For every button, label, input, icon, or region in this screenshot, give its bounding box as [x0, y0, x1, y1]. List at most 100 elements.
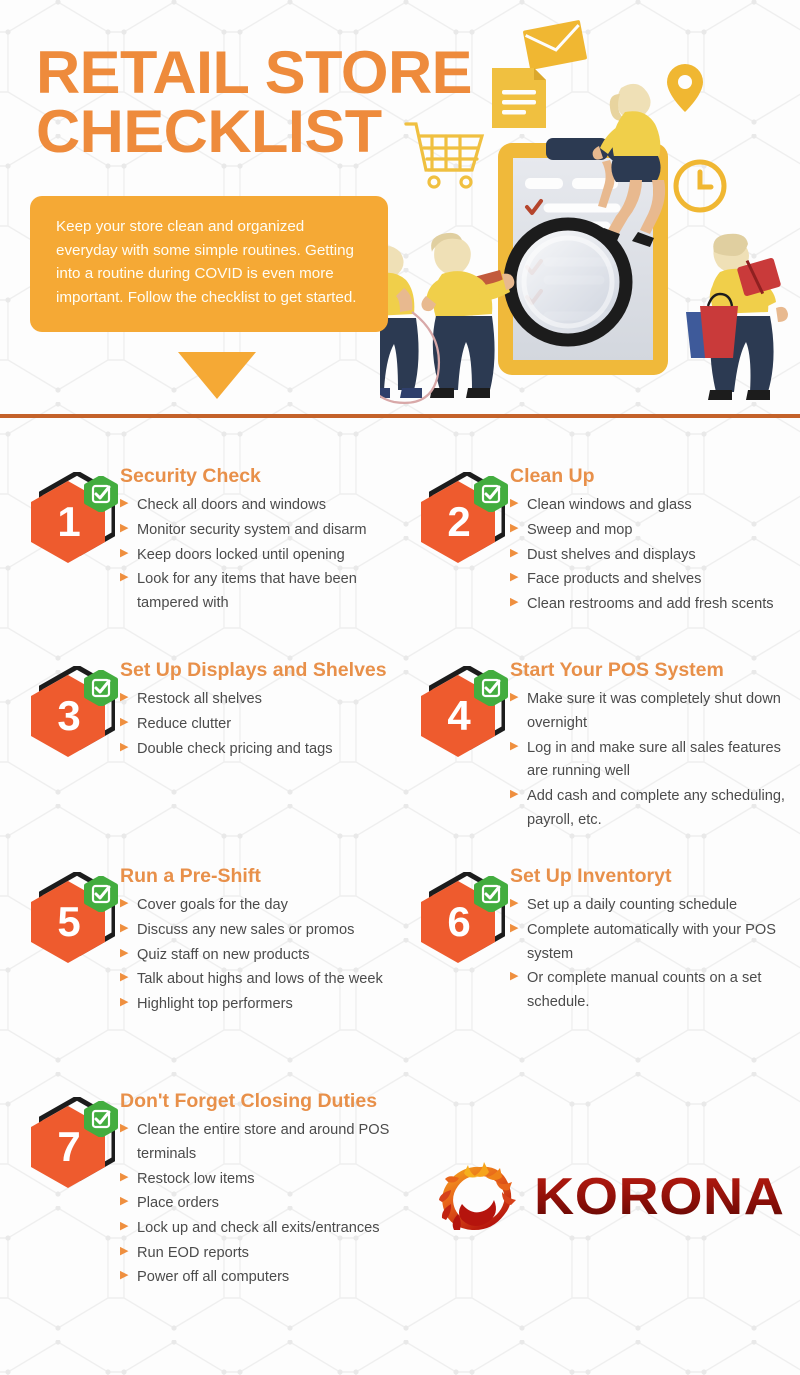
checklist-bullet: ▶ Clean windows and glass [510, 494, 790, 518]
bullet-arrow-icon: ▶ [120, 897, 129, 910]
korona-logo[interactable]: KORONA [438, 1160, 784, 1234]
bullet-arrow-icon: ▶ [120, 522, 129, 535]
bullet-arrow-icon: ▶ [510, 546, 519, 559]
checklist-bullet: ▶ Reduce clutter [120, 713, 410, 737]
bullet-arrow-icon: ▶ [120, 1269, 129, 1282]
speech-bubble-tail [178, 352, 256, 399]
checklist-item-title: Start Your POS System [510, 659, 724, 681]
bullet-arrow-icon: ▶ [120, 691, 129, 704]
step-badge: 2 [418, 472, 510, 568]
bullet-text: Dust shelves and displays [527, 546, 696, 563]
bullet-arrow-icon: ▶ [120, 922, 129, 935]
checklist-item-body: Start Your POS System ▶ Make sure it was c… [510, 652, 790, 833]
checkmark-badge-icon [474, 876, 508, 912]
bullet-arrow-icon: ▶ [120, 946, 129, 959]
header-divider [0, 414, 800, 418]
bullet-arrow-icon: ▶ [120, 996, 129, 1008]
bullet-arrow-icon: ▶ [120, 497, 129, 510]
title-line-2: CHECKLIST [36, 97, 382, 165]
bullet-text: Set up a daily counting schedule [527, 897, 738, 914]
checklist-bullets: ▶ Set up a daily counting schedule ▶ Comple… [510, 894, 790, 1014]
checklist-bullet: ▶ Run EOD reports [120, 1242, 410, 1266]
bullet-text: Place orders [137, 1195, 219, 1212]
bullet-arrow-icon: ▶ [120, 1170, 129, 1183]
checklist-item-2: 2 Clean Up ▶ Clean windows and glass ▶ Sweep … [418, 458, 790, 618]
bullet-text: Add cash and complete any scheduling, pa… [527, 788, 785, 828]
checklist-item-6: 6 Set Up Inventoryt ▶ Set up a daily counti… [418, 858, 790, 1016]
bullet-text: Check all doors and windows [137, 497, 327, 514]
step-badge: 4 [418, 666, 510, 762]
bullet-text: Clean windows and glass [527, 497, 692, 514]
checklist-item-5: 5 Run a Pre-Shift ▶ Cover goals for the day… [28, 858, 410, 1018]
bullet-arrow-icon: ▶ [510, 596, 519, 608]
checklist-bullet: ▶ Check all doors and windows [120, 494, 410, 518]
checklist-bullet: ▶ Log in and make sure all sales features… [510, 737, 790, 784]
step-badge: 1 [28, 472, 120, 568]
bullet-text: Lock up and check all exits/entrances [137, 1220, 380, 1236]
bullet-text: Face products and shelves [527, 571, 702, 588]
korona-wordmark: KORONA [534, 1168, 785, 1226]
checklist-bullets: ▶ Check all doors and windows ▶ Monitor sec… [120, 494, 410, 615]
page-title: RETAIL STORE CHECKLIST [36, 43, 536, 162]
checklist-bullet: ▶ Discuss any new sales or promos [120, 919, 410, 943]
bullet-text: Look for any items that have been tamper… [137, 571, 357, 611]
bullet-arrow-icon: ▶ [510, 691, 519, 704]
checklist-item-body: Run a Pre-Shift ▶ Cover goals for the day ▶… [120, 858, 410, 1018]
bullet-arrow-icon: ▶ [120, 1244, 129, 1257]
checklist-bullet: ▶ Power off all computers [120, 1266, 410, 1290]
checklist-item-title: Security Check [120, 465, 261, 487]
checklist-bullet: ▶ Quiz staff on new products [120, 944, 410, 968]
checklist-bullet: ▶ Highlight top performers [120, 993, 410, 1017]
bullet-text: Power off all computers [137, 1269, 290, 1286]
bullet-text: Make sure it was completely shut down ov… [527, 691, 781, 732]
intro-text: Keep your store clean and organized ever… [56, 218, 357, 307]
checklist-bullets: ▶ Restock all shelves ▶ Reduce clutter ▶ Doub… [120, 688, 410, 761]
checklist-item-body: Security Check ▶ Check all doors and windo… [120, 458, 410, 617]
bullet-arrow-icon: ▶ [510, 788, 519, 800]
person-jumping-rope-illustration [380, 246, 440, 404]
bullet-text: Run EOD reports [137, 1244, 249, 1261]
bullet-text: Restock low items [137, 1170, 255, 1187]
bullet-text: Log in and make sure all sales features … [527, 739, 781, 780]
bullet-text: Clean the entire store and around POS te… [137, 1122, 390, 1163]
bullet-arrow-icon: ▶ [510, 897, 519, 910]
checklist-bullet: ▶ Complete automatically with your POS sy… [510, 919, 790, 966]
bullet-arrow-icon: ▶ [510, 922, 519, 935]
person-with-shopping-bags-illustration [686, 233, 788, 400]
checklist-bullet: ▶ Monitor security system and disarm [120, 519, 410, 543]
bullet-text: Cover goals for the day [137, 897, 288, 914]
checklist-item-body: Don't Forget Closing Duties ▶ Clean the en… [120, 1083, 410, 1291]
checklist-item-body: Set Up Inventoryt ▶ Set up a daily countin… [510, 858, 790, 1016]
bullet-text: Highlight top performers [137, 996, 293, 1012]
checklist-bullet: ▶ Make sure it was completely shut down o… [510, 688, 790, 735]
bullet-arrow-icon: ▶ [120, 571, 129, 584]
checklist-bullet: ▶ Lock up and check all exits/entrances [120, 1217, 410, 1241]
bullet-arrow-icon: ▶ [510, 571, 519, 584]
checklist-bullets: ▶ Make sure it was completely shut down o… [510, 688, 790, 832]
checklist-bullet: ▶ Clean restrooms and add fresh scents [510, 593, 790, 617]
checklist-item-title: Run a Pre-Shift [120, 865, 261, 887]
bullet-arrow-icon: ▶ [510, 739, 519, 752]
bullet-arrow-icon: ▶ [510, 970, 519, 983]
step-badge: 3 [28, 666, 120, 762]
checklist-item-3: 3 Set Up Displays and Shelves ▶ Restock all… [28, 652, 410, 762]
intro-speech-bubble: Keep your store clean and organized ever… [30, 196, 388, 332]
flame-ring-icon [439, 1162, 516, 1231]
step-badge: 6 [418, 872, 510, 968]
checklist-bullets: ▶ Clean the entire store and around POS t… [120, 1119, 410, 1290]
bullet-text: Double check pricing and tags [137, 740, 333, 757]
bullet-arrow-icon: ▶ [120, 1195, 129, 1208]
checklist-bullet: ▶ Dust shelves and displays [510, 544, 790, 568]
bullet-text: Restock all shelves [137, 691, 262, 708]
bullet-text: Discuss any new sales or promos [137, 922, 355, 939]
checklist-bullet: ▶ Face products and shelves [510, 568, 790, 592]
checkmark-badge-icon [84, 476, 118, 512]
checklist-bullet: ▶ Set up a daily counting schedule [510, 894, 790, 918]
checklist-item-title: Set Up Displays and Shelves [120, 659, 387, 681]
bullet-text: Clean restrooms and add fresh scents [527, 596, 774, 612]
checklist-bullet: ▶ Restock low items [120, 1168, 410, 1192]
bullet-arrow-icon: ▶ [120, 546, 129, 559]
checklist-bullet: ▶ Keep doors locked until opening [120, 544, 410, 568]
checkmark-badge-icon [84, 670, 118, 706]
checklist-bullet: ▶ Sweep and mop [510, 519, 790, 543]
